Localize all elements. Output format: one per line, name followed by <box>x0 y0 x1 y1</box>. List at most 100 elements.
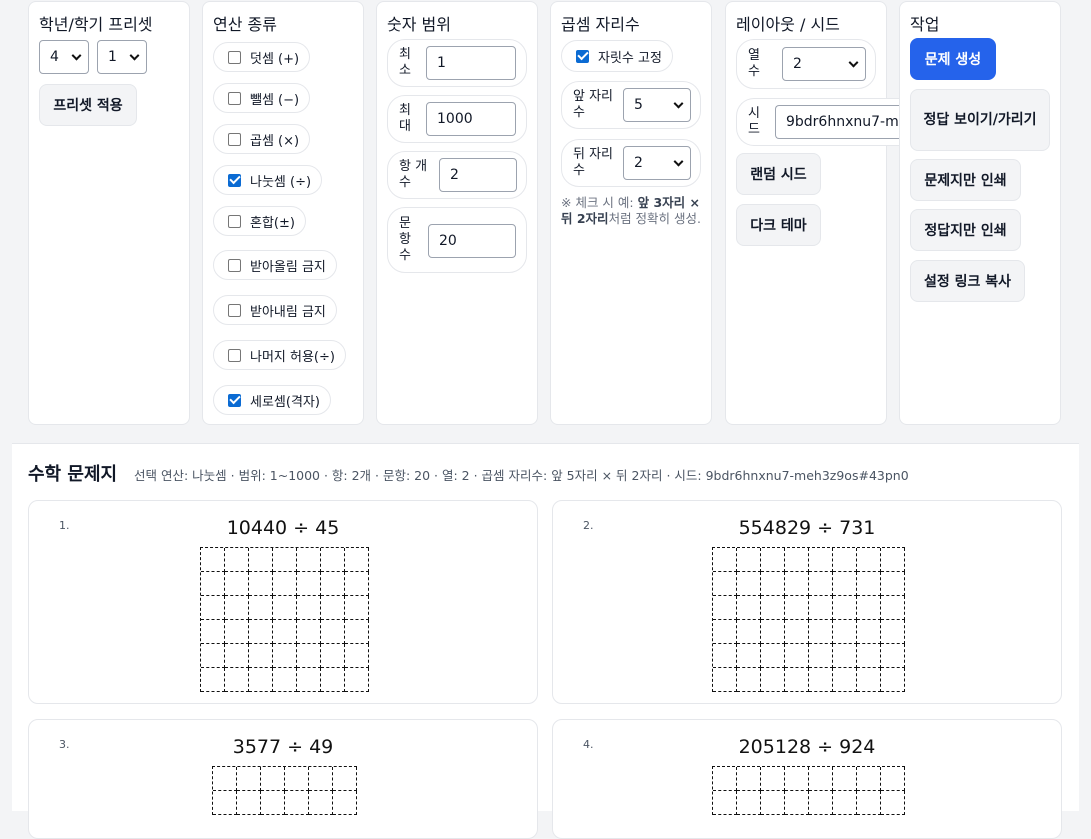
grade-select[interactable]: 4 <box>39 40 89 74</box>
grid-cell <box>833 572 857 596</box>
seed-group: 시 드 9bdr6hnxnu7-meh3z9os#43pn0 <box>736 98 901 146</box>
grid-cell <box>761 668 785 692</box>
copy-link-button[interactable]: 설정 링크 복사 <box>910 260 1025 302</box>
grid-cell <box>761 572 785 596</box>
operation-option[interactable]: 혼합(±) <box>213 206 306 236</box>
grid-cell <box>309 767 333 791</box>
max-input[interactable]: 1000 <box>426 102 516 136</box>
grid-cell <box>833 767 857 791</box>
operation-option[interactable]: 받아내림 금지 <box>213 295 337 325</box>
toggle-answers-button[interactable]: 정답 보이기/가리기 <box>910 89 1050 151</box>
operation-option[interactable]: 나머지 허용(÷) <box>213 340 346 370</box>
settings-panel: 학년/학기 프리셋 4 1 프리셋 적용 연산 종류 덧셈 (+) 뺄셈 (−) 곱… <box>0 0 1091 443</box>
operation-option[interactable]: 뺄셈 (−) <box>213 83 311 113</box>
chevron-down-icon <box>71 50 82 61</box>
fix-digits-checkbox[interactable]: 자릿수 고정 <box>561 40 673 72</box>
grid-cell <box>249 572 273 596</box>
grid-cell <box>273 620 297 644</box>
min-group: 최 소 1 <box>387 39 527 87</box>
operation-label: 세로셈(격자) <box>250 394 320 410</box>
columns-select[interactable]: 2 <box>782 47 866 81</box>
note-times: × <box>685 195 700 210</box>
grid-cell <box>881 572 905 596</box>
front-digits-value: 5 <box>634 97 643 113</box>
grid-cell <box>785 791 809 815</box>
front-digits-select[interactable]: 5 <box>623 88 691 122</box>
apply-preset-button[interactable]: 프리셋 적용 <box>39 84 137 126</box>
grid-cell <box>297 668 321 692</box>
preset-card: 학년/학기 프리셋 4 1 프리셋 적용 <box>28 1 190 425</box>
dark-theme-button[interactable]: 다크 테마 <box>736 204 821 246</box>
grade-value: 4 <box>50 49 59 65</box>
grid-cell <box>345 644 369 668</box>
grid-cell <box>785 548 809 572</box>
grid-cell <box>833 791 857 815</box>
count-label: 문 항 수 <box>399 216 411 263</box>
vertical-grid <box>712 766 905 815</box>
operation-option[interactable]: 곱셈 (×) <box>213 124 311 154</box>
grid-cell <box>713 572 737 596</box>
grid-cell <box>713 668 737 692</box>
terms-input[interactable]: 2 <box>439 158 517 192</box>
grid-cell <box>321 596 345 620</box>
operation-label: 덧셈 (+) <box>250 51 300 67</box>
grid-cell <box>225 596 249 620</box>
grid-cell <box>857 644 881 668</box>
operation-option[interactable]: 받아올림 금지 <box>213 250 337 280</box>
grid-cell <box>225 668 249 692</box>
min-input[interactable]: 1 <box>426 46 516 80</box>
print-problems-button[interactable]: 문제지만 인쇄 <box>910 159 1021 201</box>
preset-title: 학년/학기 프리셋 <box>39 15 153 34</box>
grid-cell <box>809 791 833 815</box>
grid-cell <box>713 596 737 620</box>
checkbox-icon <box>228 132 241 146</box>
operation-label: 곱셈 (×) <box>250 133 300 149</box>
problem-expression: 554829 ÷ 731 <box>738 517 876 539</box>
worksheet: 수학 문제지 선택 연산: 나눗셈 · 범위: 1~1000 · 항: 2개 ·… <box>12 443 1079 839</box>
operation-option[interactable]: 나눗셈 (÷) <box>213 165 323 195</box>
checkbox-icon <box>228 258 241 272</box>
front-digits-group: 앞 자리 수 5 <box>561 81 701 129</box>
grid-cell <box>285 767 309 791</box>
grid-cell <box>881 620 905 644</box>
print-answers-button[interactable]: 정답지만 인쇄 <box>910 209 1021 251</box>
generate-button[interactable]: 문제 생성 <box>910 38 996 80</box>
grid-cell <box>321 548 345 572</box>
grid-cell <box>857 767 881 791</box>
grid-cell <box>713 548 737 572</box>
grid-cell <box>201 596 225 620</box>
grid-cell <box>249 644 273 668</box>
operation-label: 나머지 허용(÷) <box>250 349 335 365</box>
max-label: 최 대 <box>399 103 411 134</box>
grid-cell <box>833 644 857 668</box>
grid-cell <box>261 791 285 815</box>
fix-digits-label: 자릿수 고정 <box>598 50 662 66</box>
grid-cell <box>345 572 369 596</box>
chevron-down-icon <box>673 98 684 109</box>
range-card: 숫자 범위 최 소 1 최 대 1000 항 개 수 2 문 항 수 20 <box>376 1 538 425</box>
grid-cell <box>737 644 761 668</box>
grid-cell <box>881 668 905 692</box>
operation-option[interactable]: 덧셈 (+) <box>213 42 311 72</box>
random-seed-button[interactable]: 랜덤 시드 <box>736 153 821 195</box>
seed-input[interactable]: 9bdr6hnxnu7-meh3z9os#43pn0 <box>775 105 901 139</box>
grid-cell <box>249 596 273 620</box>
grid-cell <box>213 791 237 815</box>
semester-select[interactable]: 1 <box>97 40 147 74</box>
grid-cell <box>249 548 273 572</box>
checkbox-icon <box>228 303 241 317</box>
grid-cell <box>297 548 321 572</box>
grid-cell <box>297 620 321 644</box>
layout-card: 레이아웃 / 시드 열 수 2 시 드 9bdr6hnxnu7-meh3z9os… <box>725 1 901 425</box>
sheet-title: 수학 문제지 <box>28 464 118 485</box>
grid-cell <box>737 767 761 791</box>
grid-cell <box>785 644 809 668</box>
columns-group: 열 수 2 <box>736 39 876 89</box>
grid-cell <box>857 572 881 596</box>
problem-expression: 10440 ÷ 45 <box>226 517 340 539</box>
problem-card: 2. 554829 ÷ 731 <box>552 500 1062 704</box>
operation-option[interactable]: 세로셈(격자) <box>213 385 331 415</box>
count-input[interactable]: 20 <box>428 224 516 258</box>
grid-cell <box>785 596 809 620</box>
back-digits-select[interactable]: 2 <box>623 146 691 180</box>
